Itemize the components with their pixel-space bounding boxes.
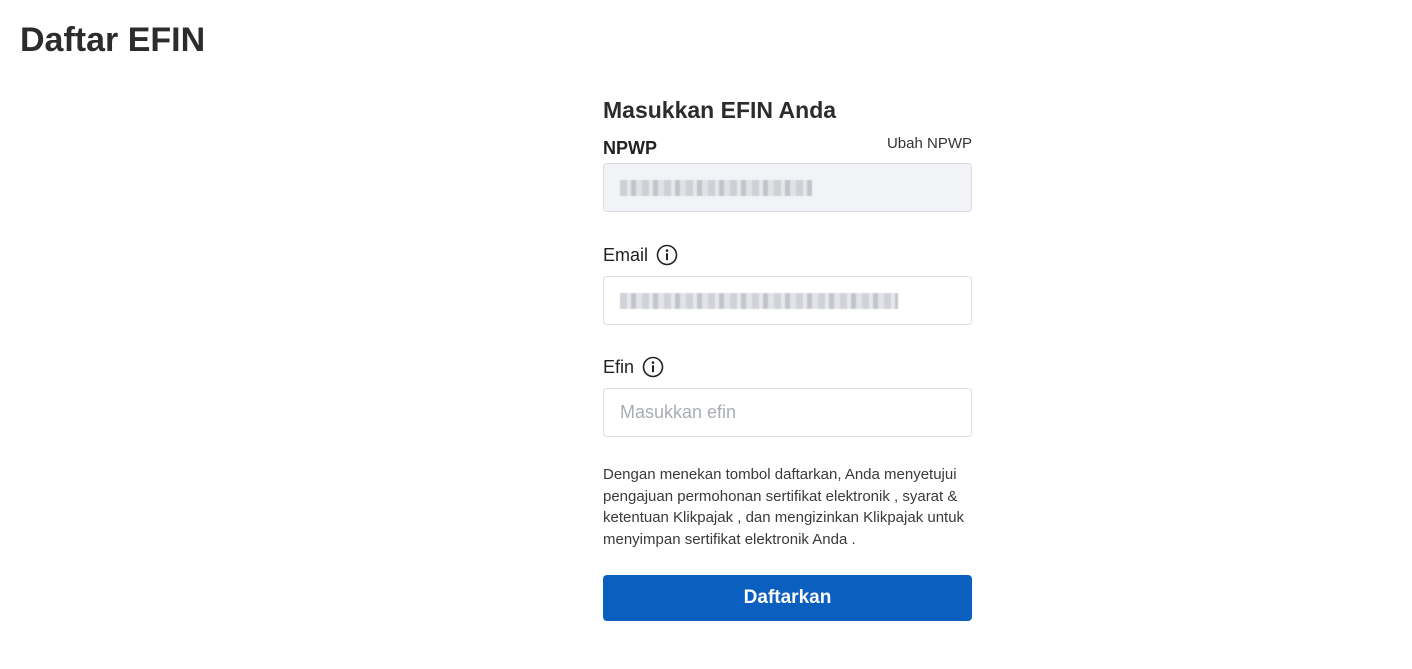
efin-field-header: Efin <box>603 356 972 378</box>
email-masked-value <box>620 292 898 309</box>
page-title: Daftar EFIN <box>20 21 206 59</box>
email-label: Email <box>603 245 649 265</box>
efin-form: Masukkan EFIN Anda NPWP Ubah NPWP Email … <box>603 96 972 621</box>
efin-info-icon[interactable] <box>642 356 664 378</box>
consent-text: Dengan menekan tombol daftarkan, Anda me… <box>603 466 965 548</box>
efin-field <box>603 388 972 437</box>
efin-label: Efin <box>603 357 635 377</box>
npwp-label: NPWP <box>603 138 657 158</box>
email-info-icon[interactable] <box>656 244 678 266</box>
npwp-masked-value <box>620 179 812 196</box>
email-field-header: Email <box>603 244 972 266</box>
form-title: Masukkan EFIN Anda <box>603 97 837 123</box>
efin-input[interactable] <box>620 402 955 423</box>
npwp-field <box>603 163 972 212</box>
npwp-field-header: NPWP Ubah NPWP <box>603 133 972 158</box>
email-field[interactable] <box>603 276 972 325</box>
submit-button[interactable]: Daftarkan <box>603 575 972 621</box>
change-npwp-link[interactable]: Ubah NPWP <box>887 135 972 153</box>
